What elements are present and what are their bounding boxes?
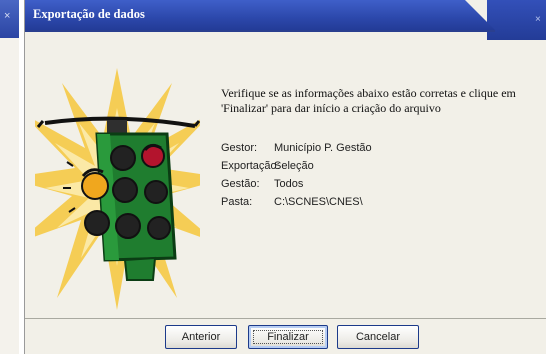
summary-value: Seleção bbox=[274, 160, 314, 172]
close-icon[interactable]: × bbox=[535, 14, 541, 25]
cancel-button[interactable]: Cancelar bbox=[337, 325, 419, 349]
title-tab-underline bbox=[25, 30, 495, 32]
summary-label: Gestor: bbox=[221, 142, 258, 154]
summary-value: C:\SCNES\CNES\ bbox=[274, 196, 363, 208]
back-button[interactable]: Anterior bbox=[165, 325, 237, 349]
dialog-titlebar: Exportação de dados × bbox=[25, 0, 546, 40]
export-dialog: Exportação de dados × Verifique se as in… bbox=[24, 0, 546, 354]
instruction-text: Verifique se as informações abaixo estão… bbox=[221, 86, 516, 115]
background-window-titlebar: × bbox=[0, 0, 19, 38]
focus-ring bbox=[253, 330, 323, 344]
summary-value: Todos bbox=[274, 178, 304, 190]
summary-label: Exportação: bbox=[221, 160, 280, 172]
background-window-edge: × bbox=[0, 0, 19, 354]
traffic-light-icon bbox=[35, 68, 200, 310]
dialog-content: Verifique se as informações abaixo estão… bbox=[25, 40, 546, 318]
summary-row-gestor: Gestor: Município P. Gestão bbox=[221, 142, 521, 160]
background-close-icon[interactable]: × bbox=[4, 10, 10, 22]
summary-row-pasta: Pasta: C:\SCNES\CNES\ bbox=[221, 196, 521, 214]
summary-label: Gestão: bbox=[221, 178, 260, 190]
export-summary: Gestor: Município P. Gestão Exportação: … bbox=[221, 142, 521, 214]
dialog-title: Exportação de dados bbox=[33, 7, 145, 21]
summary-value: Município P. Gestão bbox=[274, 142, 372, 154]
summary-row-gestao: Gestão: Todos bbox=[221, 178, 521, 196]
finish-button[interactable]: Finalizar bbox=[248, 325, 328, 349]
button-bar: Anterior Finalizar Cancelar bbox=[25, 318, 546, 354]
summary-row-exportacao: Exportação: Seleção bbox=[221, 160, 521, 178]
summary-label: Pasta: bbox=[221, 196, 253, 208]
